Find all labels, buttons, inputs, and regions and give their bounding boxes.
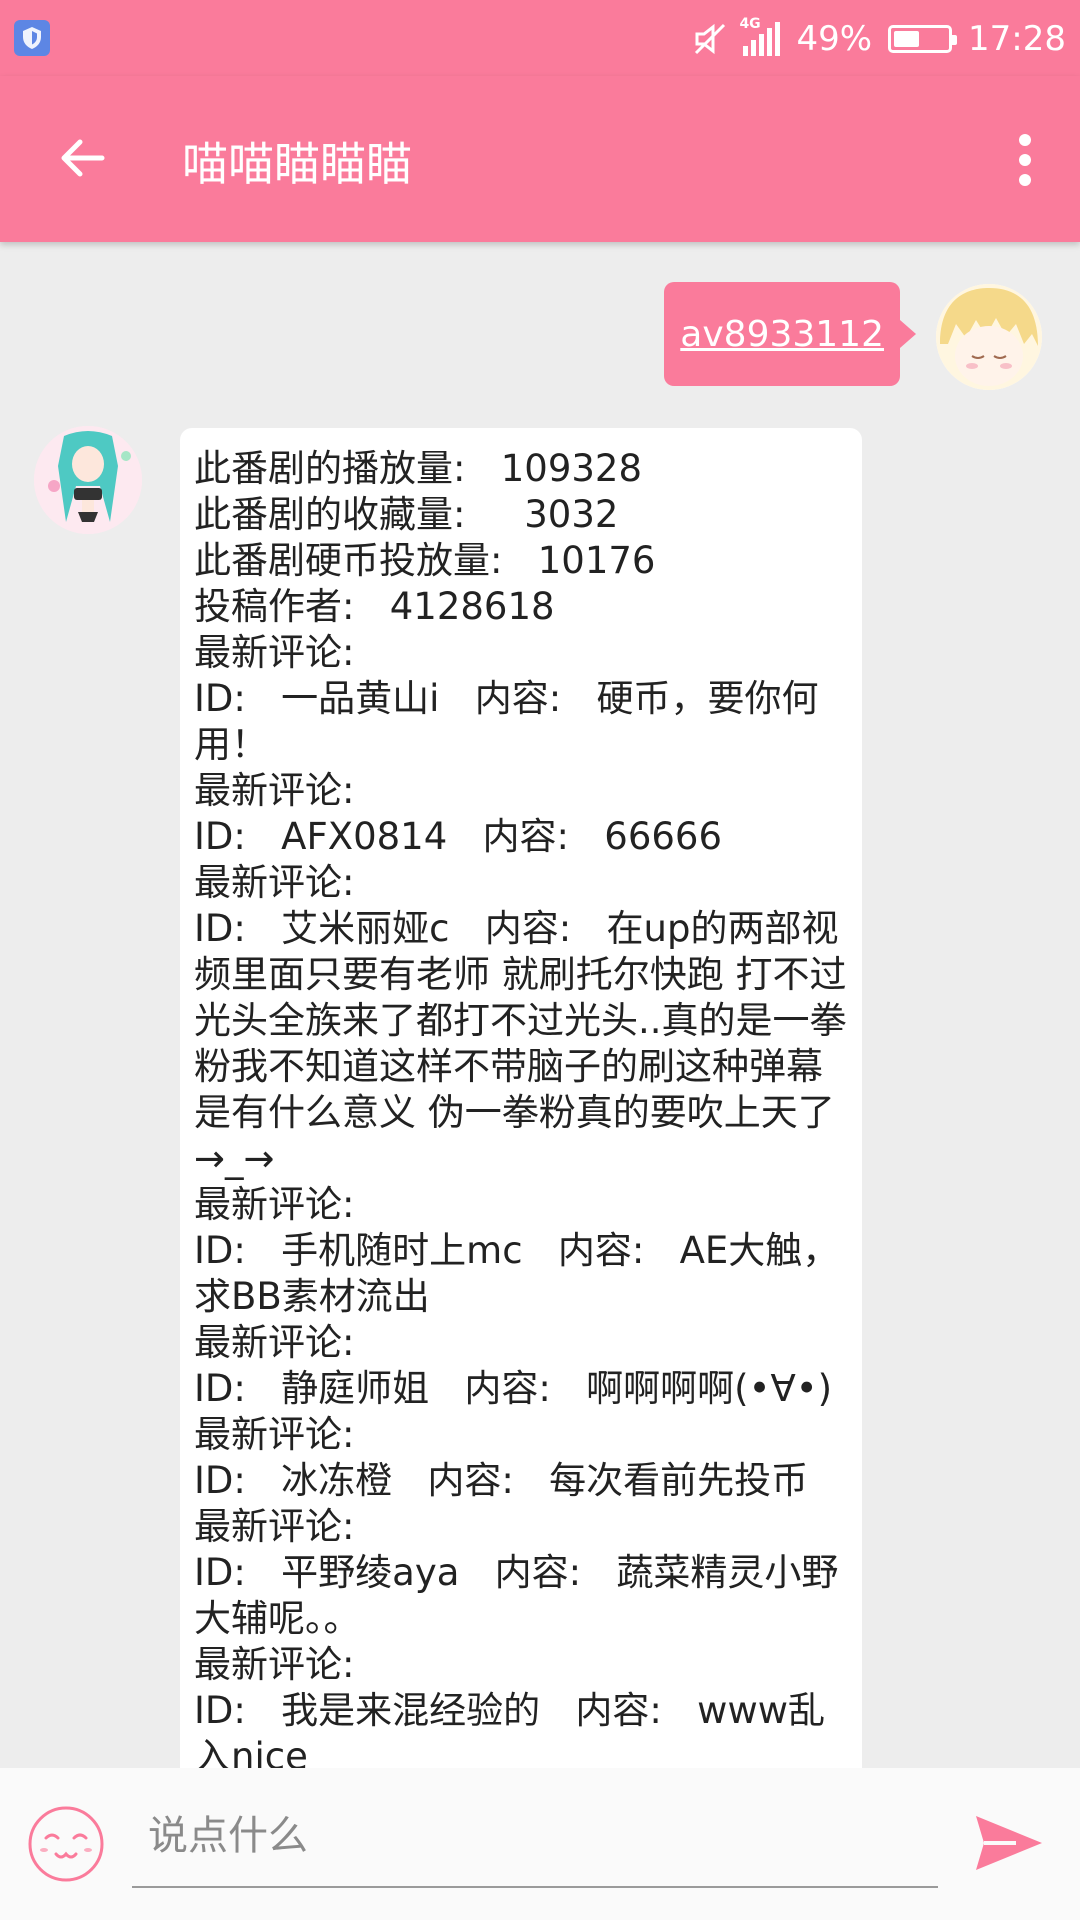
back-arrow-icon[interactable] [58, 134, 106, 182]
battery-fill [894, 31, 920, 47]
message-line: 最新评论: [194, 1321, 355, 1364]
input-bar [0, 1768, 1080, 1920]
message-line: ID: 平野绫aya 内容: 蔬菜精灵小野大辅呢。。 [194, 1551, 839, 1640]
message-line: ID: 一品黄山i 内容: 硬币，要你何用！ [194, 677, 819, 766]
message-line: ID: AFX0814 内容: 66666 [194, 815, 722, 858]
outgoing-message-link[interactable]: av8933112 [680, 314, 884, 355]
message-line: 最新评论: [194, 631, 355, 674]
smiley-face-icon[interactable] [26, 1804, 106, 1884]
battery-icon [888, 25, 958, 53]
message-line: ID: 艾米丽娅c 内容: 在up的两部视频里面只要有老师 就刷托尔快跑 打不过… [194, 907, 847, 1180]
incoming-message-bubble[interactable]: 此番剧的播放量: 109328 此番剧的收藏量: 3032 此番剧硬币投放量: 10… [180, 428, 862, 1768]
message-line: 此番剧硬币投放量: 10176 [194, 539, 656, 582]
message-line: 最新评论: [194, 1183, 355, 1226]
message-line: 最新评论: [194, 1413, 355, 1456]
page-title: 喵喵瞄瞄瞄 [182, 137, 412, 191]
message-line: ID: 我是来混经验的 内容: www乱入nice [194, 1689, 825, 1768]
outgoing-message-bubble[interactable]: av8933112 [664, 282, 916, 386]
message-line: 最新评论: [194, 769, 355, 812]
signal-icon: 4G [739, 16, 781, 56]
mute-icon [695, 23, 726, 55]
message-line: 投稿作者: 4128618 [194, 585, 555, 628]
bot-avatar[interactable] [34, 426, 142, 534]
message-line: 最新评论: [194, 861, 355, 904]
message-line: ID: 手机随时上mc 内容: AE大触，求BB素材流出 [194, 1229, 840, 1318]
message-line: 此番剧的播放量: 109328 [194, 447, 642, 490]
network-type-label: 4G [739, 16, 761, 32]
send-icon[interactable] [972, 1812, 1046, 1874]
status-right-group: 4G 49% 17:28 [693, 14, 1066, 64]
security-shield-icon [14, 20, 50, 56]
message-input[interactable] [132, 1786, 938, 1888]
message-line: 最新评论: [194, 1643, 355, 1686]
battery-percent: 49% [796, 19, 873, 59]
message-line: ID: 静庭师姐 内容: 啊啊啊啊(•∀•) [194, 1367, 833, 1410]
message-line: 此番剧的收藏量: 3032 [194, 493, 619, 536]
status-bar: 4G 49% 17:28 [0, 0, 1080, 76]
clock-time: 17:28 [968, 19, 1066, 59]
app-bar: 喵喵瞄瞄瞄 [0, 76, 1080, 242]
chat-area[interactable]: av8933112 此番剧的播放量: 109328 此番剧的收藏量: 3032 此番… [0, 242, 1080, 1768]
message-line: ID: 冰冻橙 内容: 每次看前先投币 [194, 1459, 809, 1502]
more-vert-icon[interactable] [1018, 134, 1032, 186]
message-line: 最新评论: [194, 1505, 355, 1548]
user-avatar[interactable] [936, 284, 1042, 390]
